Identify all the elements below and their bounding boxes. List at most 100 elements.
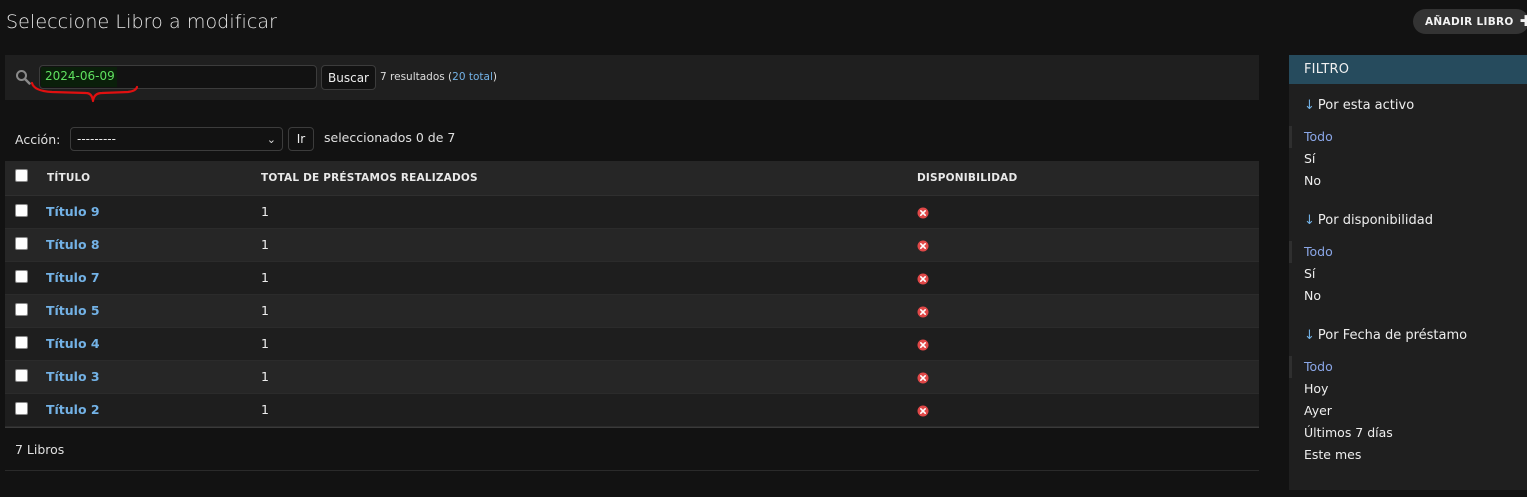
availability-cell	[917, 261, 1259, 295]
row-checkbox[interactable]	[15, 204, 28, 217]
table-row: Título 3 1	[5, 360, 1259, 394]
arrow-down-icon: ↓	[1304, 328, 1315, 343]
no-icon	[917, 372, 929, 384]
total-value: 1	[261, 270, 269, 285]
search-button[interactable]: Buscar	[321, 65, 376, 90]
title-cell: Título 2	[38, 393, 257, 427]
row-checkbox-cell	[5, 228, 38, 262]
row-checkbox-cell	[5, 294, 38, 328]
no-icon	[917, 207, 929, 219]
total-cell: 1	[257, 393, 917, 427]
selection-counter: seleccionados 0 de 7	[324, 130, 456, 145]
row-checkbox[interactable]	[15, 402, 28, 415]
add-book-button[interactable]: AÑADIR LIBRO ✚	[1413, 9, 1527, 34]
book-title-link[interactable]: Título 9	[38, 204, 100, 219]
title-cell: Título 3	[38, 360, 257, 394]
page-title: Seleccione Libro a modificar	[6, 11, 278, 33]
select-all-checkbox[interactable]	[15, 169, 28, 183]
filter-panel: FILTRO ↓ Por esta activo Todo Sí No ↓ Por …	[1289, 55, 1527, 490]
plus-icon: ✚	[1519, 12, 1527, 30]
availability-cell	[917, 195, 1259, 229]
total-value: 1	[261, 369, 269, 384]
row-checkbox-cell	[5, 261, 38, 295]
table-row: Título 5 1	[5, 294, 1259, 328]
table-row: Título 7 1	[5, 261, 1259, 295]
footer-divider	[5, 427, 1259, 428]
search-input[interactable]	[39, 65, 317, 89]
table-row: Título 4 1	[5, 327, 1259, 361]
row-checkbox-cell	[5, 195, 38, 229]
filter-option-si[interactable]: Sí	[1289, 263, 1527, 285]
availability-cell	[917, 393, 1259, 427]
actions-label: Acción:	[15, 131, 61, 147]
filter-option-si[interactable]: Sí	[1289, 148, 1527, 170]
column-title-label: TÍTULO	[47, 171, 91, 184]
row-checkbox[interactable]	[15, 369, 28, 382]
total-cell: 1	[257, 261, 917, 295]
availability-cell	[917, 360, 1259, 394]
filter-group-title: ↓ Por esta activo	[1289, 96, 1527, 116]
book-title-link[interactable]: Título 3	[38, 369, 100, 384]
book-title-link[interactable]: Título 2	[38, 402, 100, 417]
result-count: 7 resultados (20 total)	[380, 71, 497, 83]
column-header-total[interactable]: TOTAL DE PRÉSTAMOS REALIZADOS	[257, 161, 917, 196]
table-header-row: TÍTULO TOTAL DE PRÉSTAMOS REALIZADOS DIS…	[5, 161, 1259, 196]
book-title-link[interactable]: Título 7	[38, 270, 100, 285]
total-value: 1	[261, 336, 269, 351]
total-count-link[interactable]: 20 total	[452, 71, 493, 83]
title-cell: Título 7	[38, 261, 257, 295]
total-value: 1	[261, 204, 269, 219]
row-checkbox[interactable]	[15, 303, 28, 316]
book-title-link[interactable]: Título 8	[38, 237, 100, 252]
table-row: Título 9 1	[5, 195, 1259, 229]
availability-cell	[917, 294, 1259, 328]
row-checkbox[interactable]	[15, 237, 28, 250]
filter-group-title: ↓ Por Fecha de préstamo	[1289, 326, 1527, 346]
filter-option-no[interactable]: No	[1289, 170, 1527, 192]
column-availability-label: DISPONIBILIDAD	[917, 171, 1018, 184]
filter-option-hoy[interactable]: Hoy	[1289, 378, 1527, 400]
row-checkbox[interactable]	[15, 270, 28, 283]
total-value: 1	[261, 303, 269, 318]
book-title-link[interactable]: Título 4	[38, 336, 100, 351]
total-value: 1	[261, 402, 269, 417]
filter-group-label: Por Fecha de préstamo	[1317, 328, 1468, 343]
column-total-label: TOTAL DE PRÉSTAMOS REALIZADOS	[261, 171, 478, 184]
arrow-down-icon: ↓	[1304, 213, 1315, 228]
no-icon	[917, 339, 929, 351]
search-toolbar: 2024-06-09 Buscar 7 resultados (20 total…	[5, 55, 1259, 100]
filter-header: FILTRO	[1289, 55, 1527, 84]
total-cell: 1	[257, 294, 917, 328]
action-select-value: ---------	[77, 132, 116, 146]
column-header-title[interactable]: TÍTULO	[38, 161, 257, 196]
filter-option-last-7-days[interactable]: Últimos 7 días	[1289, 422, 1527, 444]
total-cell: 1	[257, 228, 917, 262]
filter-option-no[interactable]: No	[1289, 285, 1527, 307]
filter-option-this-month[interactable]: Este mes	[1289, 444, 1527, 466]
availability-cell	[917, 327, 1259, 361]
row-checkbox-cell	[5, 360, 38, 394]
filter-option-todo[interactable]: Todo	[1289, 356, 1527, 378]
filter-group-loan-date: ↓ Por Fecha de préstamo Todo Hoy Ayer Últ…	[1289, 326, 1527, 466]
filter-group-label: Por disponibilidad	[1317, 213, 1433, 228]
row-checkbox[interactable]	[15, 336, 28, 349]
actions-row: Acción: --------- ⌄ Ir seleccionados 0 d…	[15, 127, 455, 151]
book-title-link[interactable]: Título 5	[38, 303, 100, 318]
total-cell: 1	[257, 360, 917, 394]
column-header-availability[interactable]: DISPONIBILIDAD	[917, 161, 1259, 196]
total-cell: 1	[257, 195, 917, 229]
action-select[interactable]: --------- ⌄	[70, 127, 283, 151]
title-cell: Título 4	[38, 327, 257, 361]
go-button[interactable]: Ir	[288, 127, 314, 151]
row-checkbox-cell	[5, 327, 38, 361]
filter-option-todo[interactable]: Todo	[1289, 126, 1527, 148]
filter-group-label: Por esta activo	[1317, 98, 1415, 113]
result-count-close: )	[492, 71, 497, 83]
filter-option-todo[interactable]: Todo	[1289, 241, 1527, 263]
filter-option-ayer[interactable]: Ayer	[1289, 400, 1527, 422]
no-icon	[917, 405, 929, 417]
filter-group-active: ↓ Por esta activo Todo Sí No	[1289, 96, 1527, 192]
table-row: Título 8 1	[5, 228, 1259, 262]
results-table: TÍTULO TOTAL DE PRÉSTAMOS REALIZADOS DIS…	[5, 161, 1259, 427]
title-cell: Título 9	[38, 195, 257, 229]
